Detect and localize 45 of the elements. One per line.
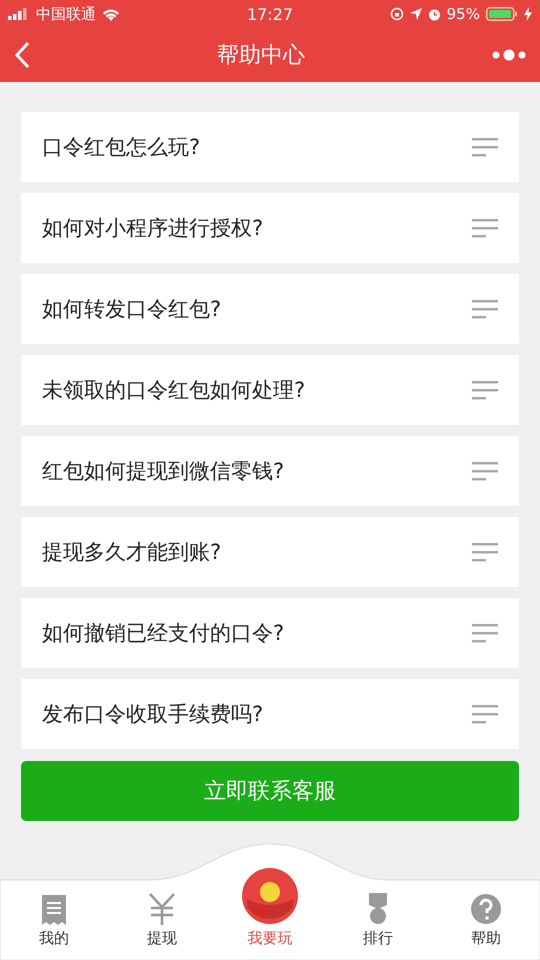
menu-lines-icon: [472, 137, 498, 157]
question-item[interactable]: 如何撤销已经支付的口令?: [21, 598, 519, 668]
battery-percent: 95%: [446, 5, 480, 23]
back-icon[interactable]: [14, 41, 30, 69]
help-icon: [470, 893, 502, 925]
carrier-name: 中国联通: [36, 4, 96, 24]
question-item[interactable]: 口令红包怎么玩?: [21, 112, 519, 182]
more-icon[interactable]: [492, 49, 526, 61]
location-icon: [410, 8, 422, 20]
question-text: 提现多久才能到账?: [42, 539, 222, 566]
question-text: 口令红包怎么玩?: [42, 134, 200, 161]
question-text: 如何对小程序进行授权?: [42, 215, 264, 242]
battery-icon: [486, 7, 518, 21]
question-text: 如何转发口令红包?: [42, 296, 222, 323]
wifi-icon: [102, 8, 120, 20]
menu-lines-icon: [472, 623, 498, 643]
tab-item[interactable]: 帮助: [432, 840, 540, 960]
menu-lines-icon: [472, 380, 498, 400]
menu-lines-icon: [472, 542, 498, 562]
charging-icon: [524, 7, 532, 21]
question-item[interactable]: 红包如何提现到微信零钱?: [21, 436, 519, 506]
alarm-icon: [428, 8, 441, 20]
question-item[interactable]: 发布口令收取手续费吗?: [21, 679, 519, 749]
question-item[interactable]: 如何对小程序进行授权?: [21, 193, 519, 263]
question-text: 发布口令收取手续费吗?: [42, 701, 264, 728]
question-item[interactable]: 如何转发口令红包?: [21, 274, 519, 344]
menu-lines-icon: [472, 704, 498, 724]
tab-item[interactable]: 排行: [324, 840, 432, 960]
question-text: 未领取的口令红包如何处理?: [42, 377, 306, 404]
receipt-icon: [40, 895, 68, 925]
menu-lines-icon: [472, 461, 498, 481]
tab-item[interactable]: 我的: [0, 840, 108, 960]
menu-lines-icon: [472, 299, 498, 319]
tab-item[interactable]: 提现: [108, 840, 216, 960]
envelope-icon: [241, 867, 299, 925]
question-item[interactable]: 提现多久才能到账?: [21, 517, 519, 587]
rotation-lock-icon: [390, 7, 404, 21]
page-title: 帮助中心: [217, 42, 305, 70]
yen-icon: [148, 893, 176, 925]
clock-time: 17:27: [246, 4, 294, 24]
question-text: 如何撤销已经支付的口令?: [42, 620, 284, 647]
menu-lines-icon: [472, 218, 498, 238]
question-text: 红包如何提现到微信零钱?: [42, 458, 284, 485]
question-item[interactable]: 未领取的口令红包如何处理?: [21, 355, 519, 425]
tab-item[interactable]: 我要玩: [216, 840, 324, 960]
